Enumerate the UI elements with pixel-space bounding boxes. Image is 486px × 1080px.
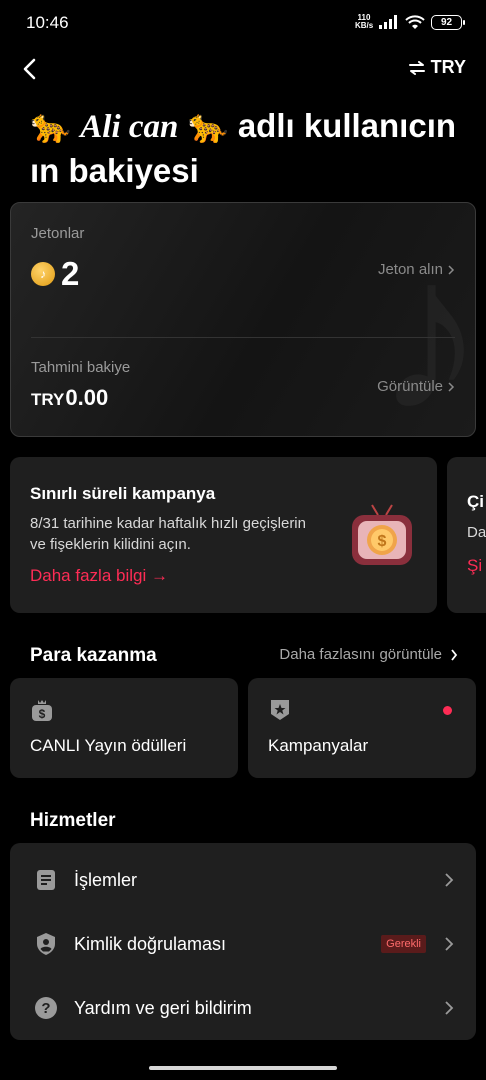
campaigns-card[interactable]: Kampanyalar [248, 678, 476, 778]
battery-level: 92 [440, 16, 453, 28]
tv-coin-icon: $ [352, 504, 412, 565]
status-time: 10:46 [26, 13, 69, 32]
tiktok-watermark-icon: ♪ [375, 223, 475, 436]
coin-amount: 2 [61, 255, 80, 292]
notification-dot [443, 706, 452, 715]
service-row-help[interactable]: ? Yardım ve geri bildirim [10, 980, 476, 1036]
divider [31, 337, 455, 338]
services-section-title: Hizmetler [30, 810, 116, 831]
get-coins-link[interactable]: Jeton alın [378, 261, 455, 278]
estimated-balance: TRY 0.00 [31, 385, 108, 411]
estimated-balance-label: Tahmini bakiye [31, 359, 131, 376]
swap-icon [408, 60, 425, 75]
chevron-right-icon [445, 873, 454, 887]
service-row-identity[interactable]: Kimlik doğrulaması Gerekli [10, 916, 476, 972]
promo-next-title: Çi [467, 492, 484, 511]
estimated-amount: 0.00 [65, 385, 109, 410]
coin-balance: ♪ 2 [31, 255, 79, 293]
promo-description: 8/31 tarihine kadar haftalık hızlı geçiş… [30, 515, 306, 553]
estimated-currency: TRY [31, 390, 65, 409]
network-speed: 110 KB/s [355, 14, 373, 30]
page-title: 🐆 Ali can 🐆 adlı kullanıcın ın bakiyesi [30, 104, 470, 192]
help-icon: ? [35, 997, 57, 1019]
username: Ali can [80, 109, 179, 145]
required-badge: Gerekli [381, 935, 426, 953]
promo-card[interactable]: Sınırlı süreli kampanya 8/31 tarihine ka… [10, 457, 437, 613]
document-icon [37, 870, 55, 890]
home-indicator[interactable] [149, 1066, 337, 1070]
service-label: İşlemler [74, 869, 138, 890]
leopard-emoji: 🐆 [30, 107, 72, 144]
view-balance-link[interactable]: Görüntüle [377, 378, 455, 395]
battery-icon: 92 [431, 14, 465, 30]
chevron-right-icon [448, 264, 455, 275]
live-rewards-card[interactable]: $ CANLI Yayın ödülleri [10, 678, 238, 778]
status-bar: 10:46 110 KB/s 92 [0, 0, 486, 46]
view-balance-label: Görüntüle [377, 378, 443, 395]
promo-title: Sınırlı süreli kampanya [30, 484, 216, 503]
service-label: Yardım ve geri bildirim [74, 997, 252, 1018]
see-more-label: Daha fazlasını görüntüle [279, 646, 442, 663]
leopard-emoji: 🐆 [187, 107, 229, 144]
network-speed-unit: KB/s [355, 21, 374, 30]
svg-text:?: ? [41, 1000, 50, 1017]
currency-switch-button[interactable]: TRY [408, 57, 466, 78]
coins-label: Jetonlar [31, 225, 85, 242]
earn-section-title: Para kazanma [30, 645, 157, 666]
chevron-right-icon [445, 1001, 454, 1015]
coin-icon: ♪ [31, 262, 55, 286]
chevron-right-icon [445, 937, 454, 951]
back-button[interactable] [14, 54, 44, 84]
currency-label: TRY [430, 57, 466, 77]
dollar-bag-icon: $ [32, 700, 52, 721]
wifi-icon [405, 14, 425, 29]
shield-user-icon [37, 933, 55, 955]
service-label: Kimlik doğrulaması [74, 933, 227, 954]
services-card: İşlemler Kimlik doğrulaması Gerekli ? Ya… [10, 843, 476, 1040]
svg-text:$: $ [39, 707, 46, 721]
signal-icon [379, 15, 397, 29]
status-icons: 110 KB/s 92 [355, 14, 465, 30]
chevron-left-icon [23, 58, 36, 80]
svg-text:$: $ [378, 533, 387, 550]
star-badge-icon [271, 700, 289, 720]
see-more-link[interactable]: Daha fazlasını görüntüle [279, 646, 458, 663]
get-coins-label: Jeton alın [377, 261, 443, 278]
chevron-right-icon [451, 648, 458, 661]
promo-next-link[interactable]: Şi [467, 556, 482, 576]
campaigns-label: Kampanyalar [268, 736, 369, 755]
live-rewards-label: CANLI Yayın ödülleri [30, 736, 187, 755]
balance-card: ♪ Jetonlar ♪ 2 Jeton alın Tahmini bakiye… [10, 202, 476, 437]
promo-learn-more-link[interactable]: Daha fazla bilgi → [30, 566, 168, 586]
promo-next-description: Da [467, 524, 486, 541]
chevron-right-icon [448, 381, 455, 392]
promo-card-next[interactable]: Çi Da Şi [447, 457, 486, 613]
service-row-transactions[interactable]: İşlemler [10, 852, 476, 908]
